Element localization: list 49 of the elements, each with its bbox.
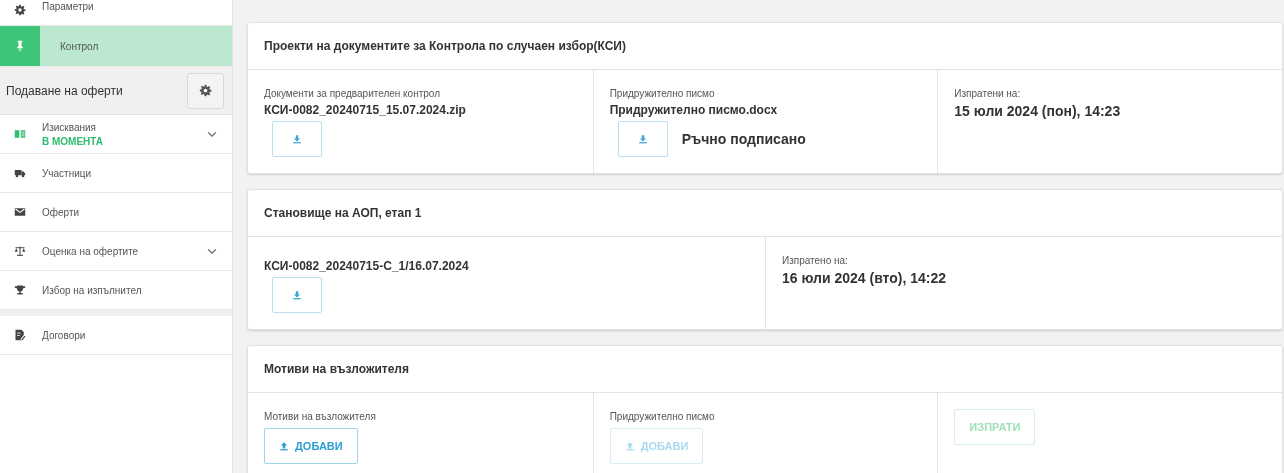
download-button[interactable] (617, 121, 668, 157)
download-icon (292, 290, 302, 300)
nav-item[interactable]: Оценка на офертите (0, 232, 232, 271)
nav-label: Оценка на офертите (42, 245, 140, 257)
envelope-icon (14, 206, 26, 218)
nav-label: Договори (42, 329, 87, 341)
file-name: КСИ-0082_20240715-С_1/16.07.2024 (264, 259, 470, 273)
card-title: Мотиви на възложителя (264, 362, 409, 376)
card-title: Становище на АОП, етап 1 (264, 206, 422, 220)
section-title: Подаване на оферти (6, 83, 123, 98)
download-icon (637, 134, 648, 144)
field-label: Документи за предварителен контрол (264, 88, 441, 99)
signature-note: Ръчно подписано (681, 131, 806, 147)
download-button[interactable] (272, 277, 322, 313)
trophy-icon (14, 284, 26, 296)
file-name: КСИ-0082_20240715_15.07.2024.zip (264, 103, 467, 117)
download-icon (292, 134, 302, 144)
file-name: Придружително писмо.docx (609, 103, 779, 117)
truck-icon (14, 167, 26, 179)
field-label: Мотиви на възложителя (264, 411, 377, 422)
document-pen-icon (14, 329, 26, 341)
nav-item[interactable]: Договори (0, 316, 232, 355)
pin-icon (14, 40, 26, 52)
upload-icon (624, 441, 635, 451)
nav-label: Оферти (42, 206, 81, 218)
nav-label: Параметри (42, 0, 95, 12)
nav-label: Избор на изпълнител (42, 284, 143, 296)
scales-icon (14, 245, 26, 257)
nav-item[interactable]: Оферти (0, 193, 232, 232)
nav-item[interactable]: Участници (0, 154, 232, 193)
book-icon (14, 128, 26, 140)
upload-icon (279, 441, 289, 451)
field-label: Изпратени на: (954, 88, 1022, 99)
settings-button[interactable] (187, 72, 224, 109)
nav-label: Участници (42, 167, 93, 179)
nav-item[interactable]: Изисквания В МОМЕНТА (0, 115, 232, 154)
sent-date: 15 юли 2024 (пон), 14:23 (954, 103, 1122, 119)
nav-label: Контрол (60, 40, 100, 52)
nav-item[interactable]: Контрол (0, 26, 232, 67)
gear-icon (14, 4, 26, 16)
field-label: Придружително писмо (609, 411, 716, 422)
download-button[interactable] (272, 121, 322, 157)
field-label: Изпратено на: (782, 255, 849, 266)
status-label: В МОМЕНТА (42, 135, 105, 147)
field-label: Придружително писмо (609, 88, 716, 99)
sent-date: 16 юли 2024 (вто), 14:22 (782, 270, 948, 286)
nav-label: Изисквания (42, 121, 98, 133)
card-title: Проекти на документите за Контрола по случаен избор(КСИ) (264, 39, 626, 53)
gear-icon (199, 84, 212, 97)
